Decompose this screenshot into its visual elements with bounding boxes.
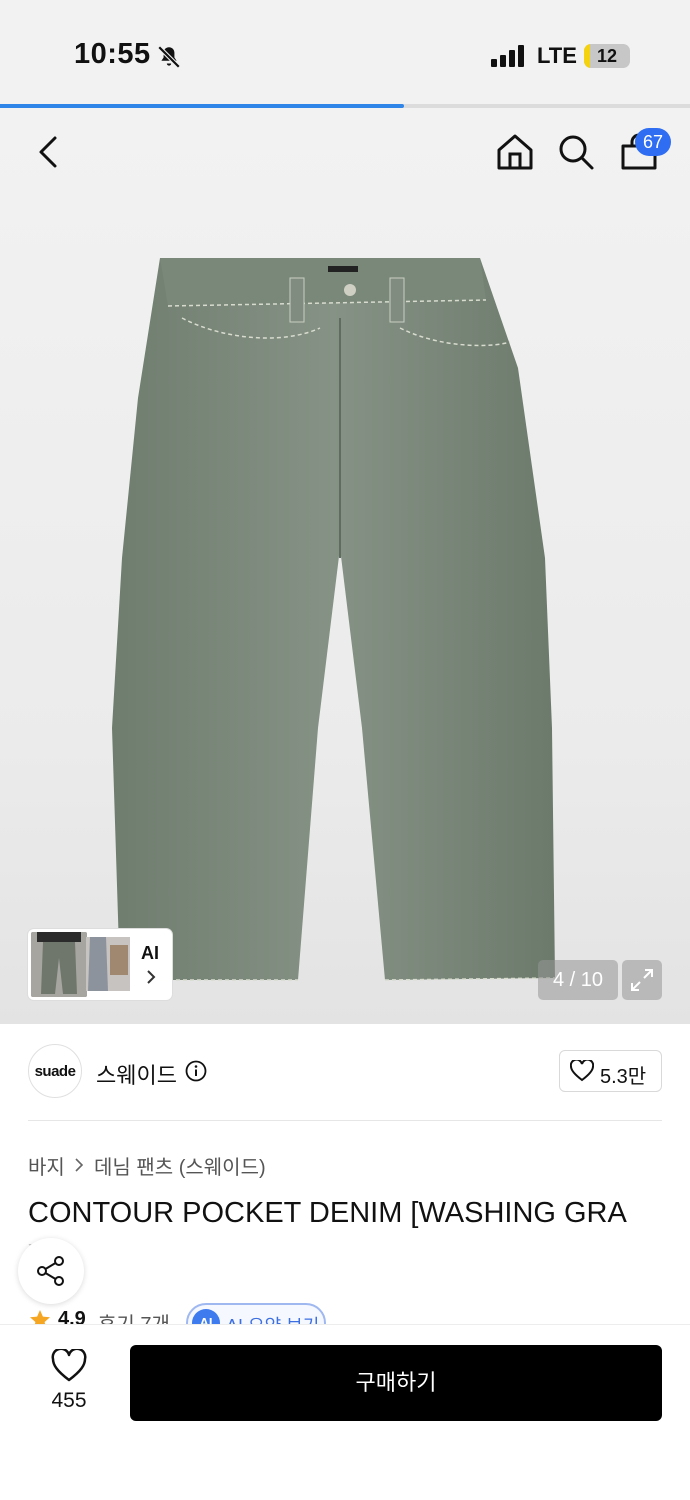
chevron-right-icon xyxy=(75,1158,84,1172)
home-icon[interactable] xyxy=(493,130,537,174)
battery-level: 12 xyxy=(596,46,618,66)
brand-like-count: 5.3만 xyxy=(600,1066,647,1088)
heart-icon xyxy=(570,1060,594,1082)
status-time: 10:55 xyxy=(74,38,151,70)
cart-count-badge: 67 xyxy=(635,128,671,156)
brand-logo[interactable]: suade xyxy=(28,1044,82,1098)
ai-summary-button[interactable]: AI AI 요약 보기 xyxy=(186,1303,326,1326)
brand-like-button[interactable]: 5.3만 xyxy=(559,1050,662,1092)
ai-label: AI xyxy=(141,943,159,963)
search-icon[interactable] xyxy=(554,130,598,174)
rating-row[interactable]: 4.9 후기 7개 AI AI 요약 보기 xyxy=(28,1302,428,1326)
styling-thumbnail xyxy=(31,932,87,997)
breadcrumb-item[interactable]: 데님 팬츠 (스웨이드) xyxy=(94,1151,266,1180)
rating-score: 4.9 xyxy=(58,1308,86,1326)
review-count[interactable]: 후기 7개 xyxy=(98,1308,170,1326)
battery-icon: 12 xyxy=(584,44,630,68)
brand-row[interactable]: suade 스웨이드 5.3만 xyxy=(28,1044,662,1100)
expand-button[interactable] xyxy=(622,960,662,1000)
signal-icon xyxy=(491,45,524,67)
expand-icon xyxy=(631,969,653,991)
wishlist-heart-icon[interactable] xyxy=(51,1349,87,1383)
divider xyxy=(28,1120,662,1121)
bell-slash-icon xyxy=(157,45,181,69)
product-title: CONTOUR POCKET DENIM [WASHING GRA xyxy=(28,1197,627,1229)
product-gallery[interactable]: 4 / 10 xyxy=(0,108,690,1024)
network-label: LTE xyxy=(537,43,577,68)
chevron-right-icon xyxy=(147,970,156,984)
share-button[interactable] xyxy=(18,1238,84,1304)
ai-styling-card[interactable]: AI xyxy=(28,929,172,1000)
bottom-action-bar: 455 구매하기 xyxy=(0,1325,690,1500)
back-icon[interactable] xyxy=(27,130,71,174)
wishlist-count: 455 xyxy=(51,1389,87,1412)
breadcrumb-item[interactable]: 바지 xyxy=(28,1151,65,1180)
ai-summary-label: AI 요약 보기 xyxy=(226,1316,320,1326)
ai-badge: AI xyxy=(192,1309,220,1326)
brand-name[interactable]: 스웨이드 xyxy=(96,1058,177,1090)
image-counter: 4 / 10 xyxy=(538,960,618,1000)
status-bar: 10:55 LTE 12 xyxy=(0,0,690,106)
info-icon[interactable] xyxy=(185,1060,207,1082)
star-icon xyxy=(30,1310,50,1326)
buy-button[interactable]: 구매하기 xyxy=(130,1345,662,1421)
styling-thumbnail xyxy=(86,937,130,991)
product-image xyxy=(112,258,556,981)
share-icon xyxy=(37,1256,64,1286)
